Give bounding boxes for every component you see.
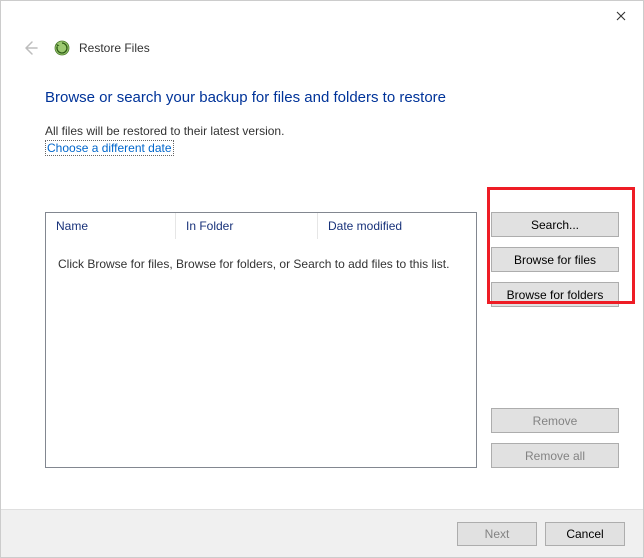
column-header-name[interactable]: Name (46, 213, 176, 239)
window-title: Restore Files (79, 41, 150, 55)
search-button[interactable]: Search... (491, 212, 619, 237)
list-header: Name In Folder Date modified (46, 213, 476, 239)
close-button[interactable] (598, 1, 643, 31)
next-button: Next (457, 522, 537, 546)
cancel-button[interactable]: Cancel (545, 522, 625, 546)
list-empty-hint: Click Browse for files, Browse for folde… (46, 239, 476, 289)
choose-date-link[interactable]: Choose a different date (45, 140, 174, 156)
browse-files-button[interactable]: Browse for files (491, 247, 619, 272)
close-icon (616, 11, 626, 21)
browse-folders-button[interactable]: Browse for folders (491, 282, 619, 307)
file-list-panel: Name In Folder Date modified Click Brows… (45, 212, 477, 468)
back-button[interactable] (21, 39, 39, 57)
column-header-date-modified[interactable]: Date modified (318, 213, 476, 239)
page-heading: Browse or search your backup for files a… (45, 89, 619, 106)
back-arrow-icon (22, 40, 38, 56)
content-area: Browse or search your backup for files a… (45, 89, 619, 468)
description-text: All files will be restored to their late… (45, 124, 619, 138)
remove-all-button: Remove all (491, 443, 619, 468)
column-header-in-folder[interactable]: In Folder (176, 213, 318, 239)
restore-files-icon (53, 39, 71, 57)
footer-bar: Next Cancel (1, 509, 643, 557)
remove-button: Remove (491, 408, 619, 433)
side-button-column: Search... Browse for files Browse for fo… (491, 212, 619, 468)
title-bar: Restore Files (21, 39, 623, 57)
